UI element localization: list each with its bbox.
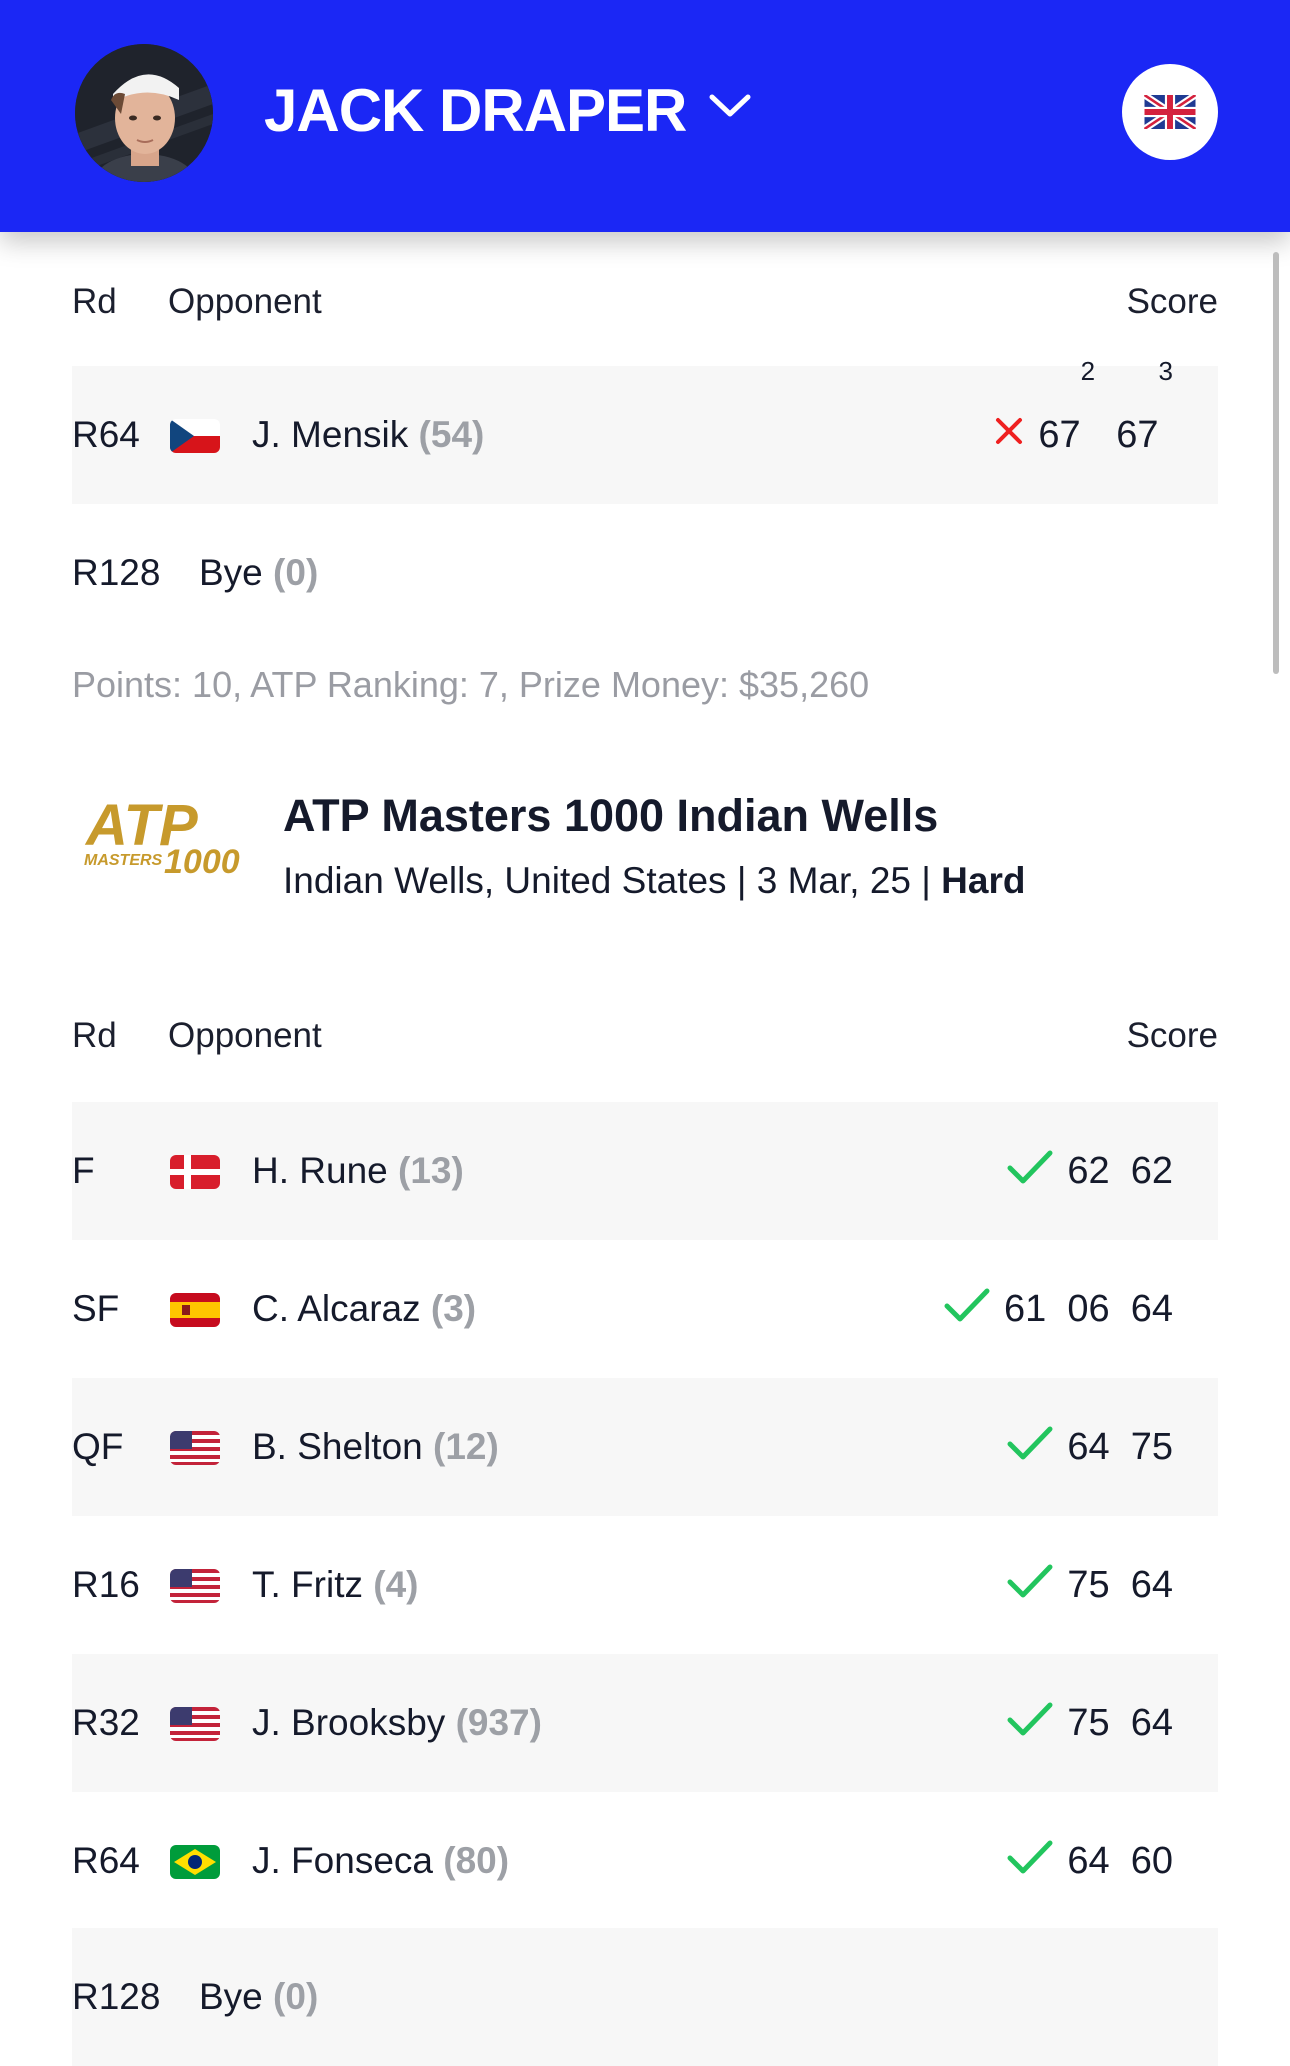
match-row[interactable]: F H. Rune (13) 62 62	[72, 1102, 1218, 1240]
tournament-title[interactable]: ATP Masters 1000 Indian Wells	[283, 790, 938, 842]
usa-flag-icon	[170, 1431, 220, 1465]
column-header-opponent: Opponent	[168, 1016, 322, 1055]
opponent-seed: (80)	[443, 1840, 510, 1881]
opponent-seed: (13)	[398, 1150, 464, 1191]
win-check-icon	[1007, 1840, 1053, 1874]
brazil-flag-icon	[170, 1845, 220, 1879]
player-name[interactable]: JACK DRAPER	[264, 76, 687, 145]
match-row[interactable]: R32 J. Brooksby (937) 75 64	[72, 1654, 1218, 1792]
round-label: QF	[72, 1426, 124, 1467]
bye-label: Bye (0)	[199, 1976, 319, 2017]
uk-flag-icon	[1144, 95, 1196, 129]
win-check-icon	[1007, 1702, 1053, 1736]
usa-flag-icon	[170, 1707, 220, 1741]
czech-flag-icon	[170, 419, 220, 453]
match-score: 672 673	[994, 358, 1173, 504]
win-check-icon	[1007, 1150, 1053, 1184]
match-score: 75 64	[1007, 1516, 1173, 1654]
match-score: 64 60	[1007, 1792, 1173, 1930]
win-check-icon	[944, 1288, 990, 1322]
bye-label: Bye (0)	[199, 552, 319, 593]
opponent-name[interactable]: C. Alcaraz (3)	[252, 1240, 476, 1378]
opponent-name[interactable]: T. Fritz (4)	[252, 1516, 419, 1654]
opponent-seed: (54)	[418, 414, 485, 455]
column-header-score: Score	[1126, 1016, 1218, 1055]
country-flag-button[interactable]	[1122, 64, 1218, 160]
match-row[interactable]: R64 J. Mensik (54) 672 673	[72, 358, 1218, 504]
player-header: JACK DRAPER	[0, 0, 1290, 232]
round-label: R128	[72, 552, 161, 593]
column-header-opponent: Opponent	[168, 282, 322, 321]
column-header-rd: Rd	[72, 282, 117, 321]
opponent-name[interactable]: J. Mensik (54)	[252, 366, 484, 504]
denmark-flag-icon	[170, 1155, 220, 1189]
column-header-rd: Rd	[72, 1016, 117, 1055]
tournament-summary: Points: 10, ATP Ranking: 7, Prize Money:…	[72, 664, 870, 705]
round-label: R64	[72, 1840, 140, 1881]
scrollbar[interactable]	[1273, 252, 1279, 674]
round-label: R128	[72, 1976, 161, 2017]
match-row: R128 Bye (0)	[72, 1928, 1218, 2066]
match-row[interactable]: R16 T. Fritz (4) 75 64	[72, 1516, 1218, 1654]
opponent-seed: (12)	[433, 1426, 499, 1467]
opponent-name[interactable]: B. Shelton (12)	[252, 1378, 499, 1516]
round-label: R64	[72, 414, 140, 455]
atp-masters-1000-logo: ATP MASTERS 1000	[84, 795, 240, 879]
match-score: 62 62	[1007, 1102, 1173, 1240]
surface-label: Hard	[941, 860, 1026, 901]
round-label: R16	[72, 1564, 140, 1605]
match-score: 61 06 64	[944, 1240, 1173, 1378]
column-header-score: Score	[1126, 282, 1218, 321]
round-label: F	[72, 1150, 95, 1191]
opponent-name[interactable]: J. Brooksby (937)	[252, 1654, 542, 1792]
chevron-down-icon[interactable]	[708, 92, 752, 120]
usa-flag-icon	[170, 1569, 220, 1603]
round-label: SF	[72, 1288, 120, 1329]
loss-x-icon	[996, 417, 1023, 444]
win-check-icon	[1007, 1426, 1053, 1460]
match-row[interactable]: SF C. Alcaraz (3) 61 06 64	[72, 1240, 1218, 1378]
opponent-seed: (4)	[373, 1564, 419, 1605]
opponent-name[interactable]: J. Fonseca (80)	[252, 1792, 509, 1930]
opponent-seed: (937)	[455, 1702, 542, 1743]
match-row[interactable]: R64 J. Fonseca (80) 64 60	[72, 1792, 1218, 1930]
opponent-name[interactable]: H. Rune (13)	[252, 1102, 464, 1240]
match-row: R128 Bye (0)	[72, 504, 1218, 642]
opponent-seed: (3)	[430, 1288, 477, 1329]
tournament-details: Indian Wells, United States | 3 Mar, 25 …	[283, 860, 1026, 901]
svg-text:1000: 1000	[164, 843, 240, 879]
svg-text:MASTERS: MASTERS	[84, 852, 163, 869]
match-score: 75 64	[1007, 1654, 1173, 1792]
player-avatar[interactable]	[75, 44, 213, 182]
win-check-icon	[1007, 1564, 1053, 1598]
spain-flag-icon	[170, 1293, 220, 1327]
match-score: 64 75	[1007, 1378, 1173, 1516]
round-label: R32	[72, 1702, 140, 1743]
match-row[interactable]: QF B. Shelton (12) 64 75	[72, 1378, 1218, 1516]
